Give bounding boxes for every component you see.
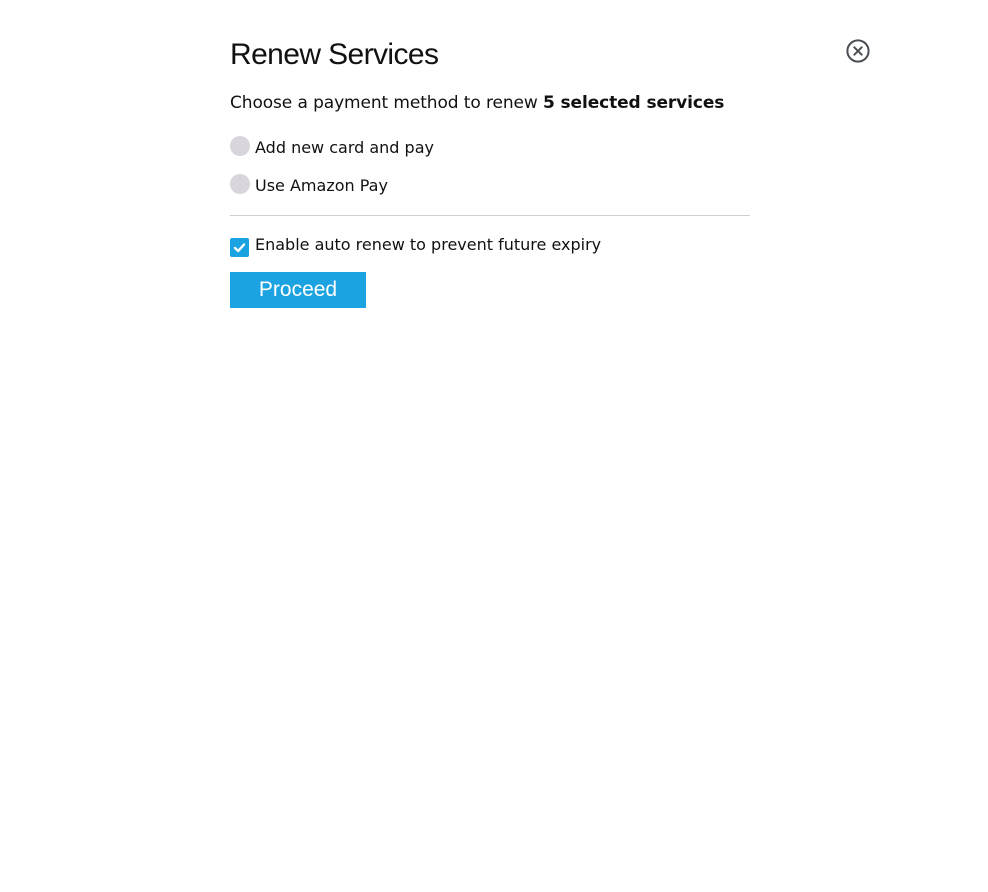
amazon-pay-radio[interactable] <box>230 174 250 194</box>
auto-renew-label: Enable auto renew to prevent future expi… <box>255 235 602 254</box>
add-card-label: Add new card and pay <box>255 138 434 157</box>
auto-renew-option[interactable]: Enable auto renew to prevent future expi… <box>230 234 601 257</box>
subtitle-text: Choose a payment method to renew <box>230 93 543 113</box>
close-circle-icon <box>846 39 870 63</box>
payment-option-add-card[interactable]: Add new card and pay <box>230 134 434 158</box>
close-button[interactable] <box>846 39 870 63</box>
proceed-button[interactable]: Proceed <box>230 272 366 308</box>
dialog-title: Renew Services <box>230 38 439 71</box>
dialog-subtitle: Choose a payment method to renew 5 selec… <box>230 91 724 115</box>
divider <box>230 215 750 216</box>
amazon-pay-label: Use Amazon Pay <box>255 176 388 195</box>
checkmark-icon <box>233 243 246 253</box>
selected-services-count: 5 selected services <box>542 93 725 113</box>
add-card-radio[interactable] <box>230 136 250 156</box>
payment-option-amazon-pay[interactable]: Use Amazon Pay <box>230 172 388 196</box>
auto-renew-checkbox[interactable] <box>230 238 249 257</box>
